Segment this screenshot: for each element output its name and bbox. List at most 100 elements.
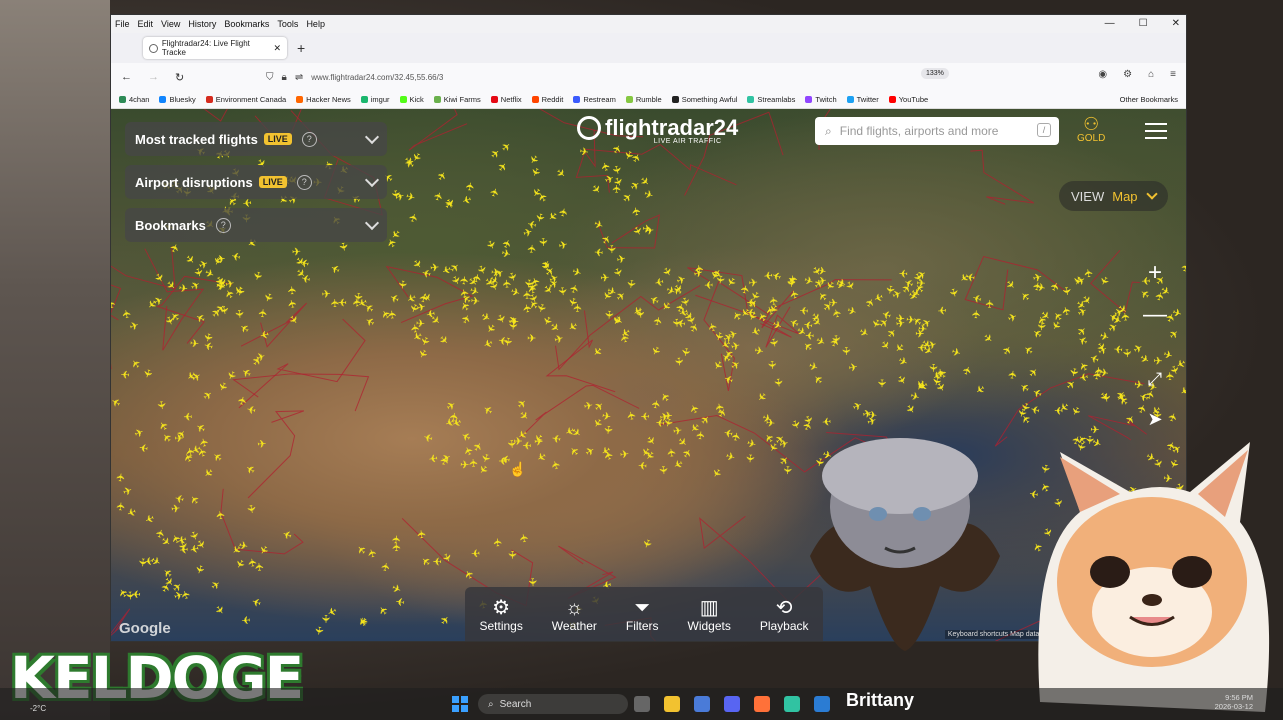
help-icon[interactable]: ?	[215, 217, 231, 233]
aircraft-marker[interactable]: ✈	[1120, 348, 1133, 358]
aircraft-marker[interactable]: ✈	[568, 443, 583, 458]
app-menu-icon[interactable]: ≡	[1170, 69, 1176, 80]
aircraft-marker[interactable]: ✈	[630, 205, 644, 216]
aircraft-marker[interactable]: ✈	[189, 279, 203, 294]
aircraft-marker[interactable]: ✈	[216, 253, 227, 266]
aircraft-marker[interactable]: ✈	[788, 288, 802, 300]
gold-account-button[interactable]: ⚇ GOLD	[1077, 115, 1105, 144]
menu-history[interactable]: History	[188, 19, 216, 29]
aircraft-marker[interactable]: ✈	[612, 184, 624, 193]
aircraft-marker[interactable]: ✈	[896, 355, 910, 370]
aircraft-marker[interactable]: ✈	[551, 431, 562, 444]
menu-view[interactable]: View	[161, 19, 180, 29]
aircraft-marker[interactable]: ✈	[518, 532, 532, 543]
aircraft-marker[interactable]: ✈	[834, 278, 847, 292]
aircraft-marker[interactable]: ✈	[232, 309, 245, 319]
aircraft-marker[interactable]: ✈	[534, 436, 543, 448]
bookmark-item[interactable]: Netflix	[490, 95, 522, 104]
bookmark-item[interactable]: 4chan	[119, 95, 149, 104]
aircraft-marker[interactable]: ✈	[194, 310, 208, 325]
account-icon[interactable]: ⌂	[1148, 69, 1154, 80]
copilot-icon[interactable]	[694, 696, 710, 712]
bookmark-item[interactable]: Kiwi Farms	[433, 95, 481, 104]
aircraft-marker[interactable]: ✈	[120, 367, 130, 380]
aircraft-marker[interactable]: ✈	[215, 509, 228, 520]
aircraft-marker[interactable]: ✈	[488, 187, 502, 200]
close-window-icon[interactable]: ✕	[1172, 18, 1180, 29]
aircraft-marker[interactable]: ✈	[899, 267, 908, 279]
aircraft-marker[interactable]: ✈	[1006, 311, 1019, 326]
aircraft-marker[interactable]: ✈	[821, 414, 831, 427]
bookmarks-panel[interactable]: Bookmarks ?	[125, 208, 387, 242]
aircraft-marker[interactable]: ✈	[642, 223, 653, 236]
aircraft-marker[interactable]: ✈	[460, 192, 473, 206]
file-explorer-icon[interactable]	[664, 696, 680, 712]
aircraft-marker[interactable]: ✈	[1093, 366, 1106, 376]
aircraft-marker[interactable]: ✈	[671, 456, 685, 471]
aircraft-marker[interactable]: ✈	[241, 613, 251, 626]
aircraft-marker[interactable]: ✈	[429, 262, 440, 275]
aircraft-marker[interactable]: ✈	[526, 152, 541, 166]
url-bar[interactable]: ⛉ 🔒︎ ⇌ www.flightradar24.com/32.45,55.66…	[266, 67, 976, 87]
aircraft-marker[interactable]: ✈	[616, 253, 628, 267]
bookmark-item[interactable]: Bluesky	[159, 95, 196, 104]
aircraft-marker[interactable]: ✈	[115, 472, 128, 483]
firefox-icon[interactable]	[754, 696, 770, 712]
aircraft-marker[interactable]: ✈	[388, 290, 401, 305]
aircraft-marker[interactable]: ✈	[565, 318, 579, 333]
aircraft-marker[interactable]: ✈	[526, 217, 538, 231]
aircraft-marker[interactable]: ✈	[138, 440, 149, 453]
windows-start-icon[interactable]	[452, 696, 468, 712]
aircraft-marker[interactable]: ✈	[1060, 304, 1074, 316]
aircraft-marker[interactable]: ✈	[460, 313, 475, 326]
aircraft-marker[interactable]: ✈	[902, 402, 917, 416]
task-view-icon[interactable]	[634, 696, 650, 712]
aircraft-marker[interactable]: ✈	[140, 367, 154, 379]
shield-icon[interactable]: ⛉	[266, 72, 274, 83]
aircraft-marker[interactable]: ✈	[200, 465, 215, 480]
aircraft-marker[interactable]: ✈	[642, 188, 655, 202]
aircraft-marker[interactable]: ✈	[391, 542, 403, 552]
new-tab-icon[interactable]: +	[297, 40, 305, 56]
bookmark-item[interactable]: Twitch	[805, 95, 837, 104]
aircraft-marker[interactable]: ✈	[695, 430, 708, 441]
aircraft-marker[interactable]: ✈	[230, 249, 242, 263]
aircraft-marker[interactable]: ✈	[162, 315, 177, 328]
aircraft-marker[interactable]: ✈	[232, 556, 247, 570]
system-clock[interactable]: 9:56 PM 2026-03-12	[1215, 693, 1253, 711]
menu-file[interactable]: File	[115, 19, 130, 29]
aircraft-marker[interactable]: ✈	[553, 333, 565, 347]
aircraft-marker[interactable]: ✈	[765, 360, 777, 370]
aircraft-marker[interactable]: ✈	[258, 327, 270, 341]
aircraft-marker[interactable]: ✈	[142, 511, 156, 526]
aircraft-marker[interactable]: ✈	[500, 247, 512, 261]
aircraft-marker[interactable]: ✈	[1167, 327, 1182, 342]
aircraft-marker[interactable]: ✈	[521, 278, 534, 289]
aircraft-marker[interactable]: ✈	[624, 278, 637, 289]
aircraft-marker[interactable]: ✈	[415, 346, 430, 360]
widgets-button[interactable]: ▥ Widgets	[688, 597, 731, 633]
chevron-down-icon[interactable]	[364, 215, 380, 231]
view-selector[interactable]: VIEW Map	[1059, 181, 1168, 211]
aircraft-marker[interactable]: ✈	[1031, 385, 1045, 400]
aircraft-marker[interactable]: ✈	[610, 266, 625, 279]
aircraft-marker[interactable]: ✈	[1153, 356, 1163, 368]
aircraft-marker[interactable]: ✈	[788, 418, 803, 431]
aircraft-marker[interactable]: ✈	[1007, 369, 1020, 380]
aircraft-marker[interactable]: ✈	[1177, 383, 1186, 398]
aircraft-marker[interactable]: ✈	[745, 437, 757, 451]
aircraft-marker[interactable]: ✈	[286, 298, 300, 310]
weather-widget[interactable]: -2°C	[30, 704, 46, 713]
aircraft-marker[interactable]: ✈	[133, 426, 146, 441]
menu-help[interactable]: Help	[306, 19, 325, 29]
help-icon[interactable]: ?	[301, 131, 317, 147]
aircraft-marker[interactable]: ✈	[1022, 342, 1037, 357]
zoom-in-icon[interactable]: +	[1143, 259, 1167, 287]
aircraft-marker[interactable]: ✈	[1099, 392, 1112, 403]
aircraft-marker[interactable]: ✈	[409, 257, 424, 272]
aircraft-marker[interactable]: ✈	[743, 453, 756, 463]
aircraft-marker[interactable]: ✈	[499, 140, 514, 155]
aircraft-marker[interactable]: ✈	[877, 339, 892, 354]
aircraft-marker[interactable]: ✈	[422, 430, 434, 444]
aircraft-marker[interactable]: ✈	[971, 290, 983, 304]
